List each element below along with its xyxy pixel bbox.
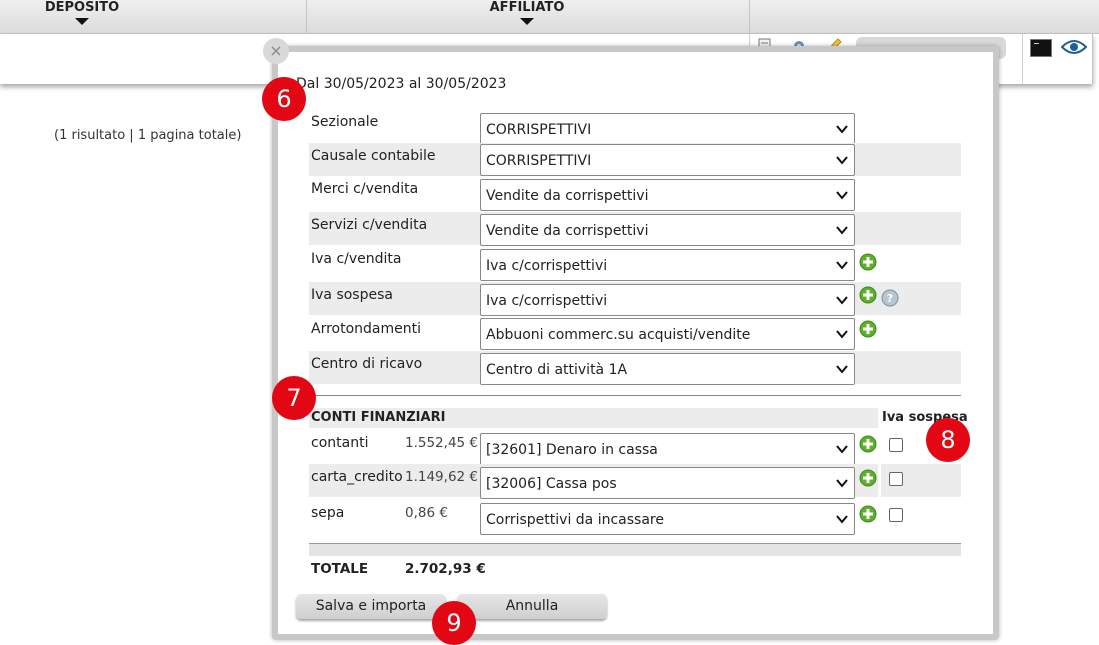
terminal-icon[interactable] [1030,39,1052,57]
add-icon[interactable] [859,286,877,304]
save-import-button[interactable]: Salva e importa [296,594,446,619]
select-value: Centro di attività 1A [486,362,628,378]
step-badge: 9 [432,601,476,645]
help-icon[interactable]: ? [881,289,899,307]
select-value: Vendite da corrispettivi [486,188,649,204]
chevron-down-icon [836,479,848,488]
chevron-down-icon [836,515,848,524]
column-header-label: DEPOSITO [44,0,120,15]
chevron-down-icon [836,226,848,235]
field-merci-vendita: Merci c/vendita Vendite da corrispettivi [309,176,961,211]
merci-vendita-select[interactable]: Vendite da corrispettivi [480,179,855,211]
conto-account-select[interactable]: Corrispettivi da incassare [480,503,855,535]
conto-name: carta_credito [311,469,403,485]
eye-icon[interactable] [1061,38,1087,56]
close-icon[interactable]: × [263,38,289,64]
conto-account-select[interactable]: [32006] Cassa pos [480,467,855,499]
chevron-down-icon [836,445,848,454]
iva-sospesa-checkbox[interactable] [889,472,903,486]
select-value: [32006] Cassa pos [486,476,617,492]
iva-vendita-select[interactable]: Iva c/corrispettivi [480,249,855,281]
chevron-down-icon [836,365,848,374]
column-header-affiliato[interactable]: AFFILIATO [482,0,572,25]
cancel-button[interactable]: Annulla [457,594,607,619]
select-value: CORRISPETTIVI [486,153,592,169]
chevron-down-icon [836,191,848,200]
results-summary: (1 risultato | 1 pagina totale) [54,128,242,143]
sezionale-select[interactable]: CORRISPETTIVI [480,113,855,145]
causale-contabile-select[interactable]: CORRISPETTIVI [480,144,855,176]
conto-account-select[interactable]: [32601] Denaro in cassa [480,433,855,465]
conto-row-sepa: sepa 0,86 € Corrispettivi da incassare [309,500,961,535]
conto-name: sepa [311,505,345,521]
column-separator [749,0,750,34]
conto-amount: 0,86 € [405,505,448,521]
add-icon[interactable] [859,435,877,453]
field-sezionale: Sezionale CORRISPETTIVI [309,109,961,145]
select-value: Corrispettivi da incassare [486,512,664,528]
field-label: Servizi c/vendita [311,217,428,233]
arrotondamenti-select[interactable]: Abbuoni commerc.su acquisti/vendite [480,318,855,350]
date-range: Dal 30/05/2023 al 30/05/2023 [296,76,507,92]
iva-sospesa-checkbox[interactable] [889,508,903,522]
conto-amount: 1.552,45 € [405,435,478,451]
chevron-down-icon [836,125,848,134]
total-band [309,544,961,556]
field-iva-vendita: Iva c/vendita Iva c/corrispettivi [309,246,961,281]
field-label: Arrotondamenti [311,321,421,337]
conto-amount: 1.149,62 € [405,469,478,485]
select-value: Iva c/corrispettivi [486,258,608,274]
select-value: CORRISPETTIVI [486,122,592,138]
field-servizi-vendita: Servizi c/vendita Vendite da corrispetti… [309,212,961,246]
field-label: Merci c/vendita [311,181,419,197]
field-iva-sospesa: Iva sospesa Iva c/corrispettivi ? [309,282,961,316]
totale-label: TOTALE [311,561,369,577]
column-header-label: AFFILIATO [489,0,565,15]
field-causale-contabile: Causale contabile CORRISPETTIVI [309,143,961,176]
field-label: Causale contabile [311,148,436,164]
field-label: Sezionale [311,114,379,130]
step-badge: 6 [262,77,306,121]
iva-sospesa-select[interactable]: Iva c/corrispettivi [480,284,855,316]
select-value: Vendite da corrispettivi [486,223,649,239]
conti-finanziari-header: CONTI FINANZIARI [309,408,878,428]
totale-value: 2.702,93 € [405,561,486,577]
conto-row-carta-credito: carta_credito 1.149,62 € [32006] Cassa p… [309,464,961,499]
field-label: Centro di ricavo [311,356,423,372]
chevron-down-icon [836,296,848,305]
select-value: [32601] Denaro in cassa [486,442,658,458]
step-badge: 8 [926,418,970,462]
chevron-down-icon [836,156,848,165]
column-header-deposito[interactable]: DEPOSITO [40,0,124,25]
select-value: Abbuoni commerc.su acquisti/vendite [486,327,751,343]
svg-text:?: ? [887,292,893,305]
conto-row-contanti: contanti 1.552,45 € [32601] Denaro in ca… [309,430,961,465]
column-separator [306,0,307,34]
centro-ricavo-select[interactable]: Centro di attività 1A [480,353,855,385]
field-arrotondamenti: Arrotondamenti Abbuoni commerc.su acquis… [309,316,961,350]
iva-sospesa-checkbox[interactable] [889,438,903,452]
field-centro-ricavo: Centro di ricavo Centro di attività 1A [309,351,961,385]
add-icon[interactable] [859,505,877,523]
chevron-down-icon [836,330,848,339]
field-label: Iva c/vendita [311,251,402,267]
step-badge: 7 [272,376,316,420]
cell-separator [1022,34,1023,84]
chevron-down-icon [836,261,848,270]
section-divider [309,395,961,396]
servizi-vendita-select[interactable]: Vendite da corrispettivi [480,214,855,246]
add-icon[interactable] [859,469,877,487]
field-label: Iva sospesa [311,287,393,303]
select-value: Iva c/corrispettivi [486,293,608,309]
sort-down-icon[interactable] [520,18,534,25]
sort-down-icon[interactable] [75,18,89,25]
add-icon[interactable] [859,320,877,338]
conto-name: contanti [311,435,369,451]
add-icon[interactable] [859,253,877,271]
section-title: CONTI FINANZIARI [311,410,446,425]
